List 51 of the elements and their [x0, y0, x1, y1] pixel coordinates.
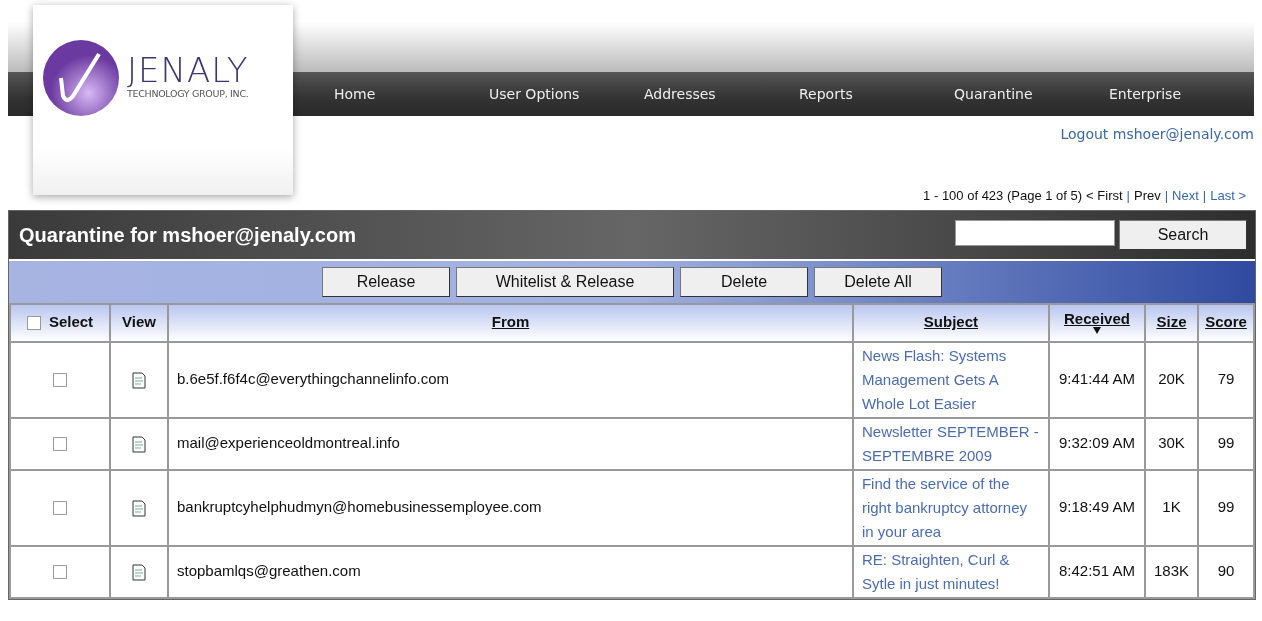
column-sort-link[interactable]: From — [491, 313, 530, 331]
action-button[interactable]: Release — [322, 266, 450, 297]
size-cell: 1K — [1162, 498, 1181, 516]
size-cell: 30K — [1158, 434, 1185, 452]
panel-title: Quarantine for mshoer@jenaly.com — [19, 222, 356, 247]
document-icon[interactable] — [132, 371, 146, 389]
score-cell: 79 — [1217, 370, 1235, 388]
row-checkbox[interactable] — [53, 501, 67, 516]
logo-icon — [41, 37, 121, 118]
nav-link[interactable]: Addresses — [618, 72, 773, 116]
nav-link[interactable]: Home — [308, 72, 463, 116]
action-button[interactable]: Delete — [680, 266, 808, 297]
pager-link[interactable]: Last > — [1210, 186, 1246, 206]
nav-link[interactable]: Reports — [773, 72, 928, 116]
sender-cell: stopbamlqs@greathen.com — [177, 562, 361, 580]
row-checkbox[interactable] — [53, 373, 67, 388]
sender-cell: bankruptcyhelphudmyn@homebusinessemployee.com — [177, 498, 542, 516]
column-header: View — [122, 313, 156, 331]
logo: JENALY TECHNOLOGY GROUP, INC. — [33, 5, 293, 195]
pager-summary: 1 - 100 of 423 (Page 1 of 5) — [923, 187, 1083, 205]
document-icon[interactable] — [132, 563, 146, 581]
time-cell: 8:42:51 AM — [1059, 562, 1135, 580]
score-cell: 99 — [1217, 498, 1235, 516]
score-cell: 90 — [1217, 562, 1235, 580]
document-icon[interactable] — [132, 499, 146, 517]
row-checkbox[interactable] — [53, 437, 67, 452]
column-header: Select — [48, 313, 94, 331]
action-button[interactable]: Delete All — [814, 266, 942, 297]
nav-link[interactable]: Enterprise — [1083, 72, 1183, 116]
pager-separator: | — [1126, 187, 1130, 205]
logout-link[interactable]: Logout mshoer@jenaly.com — [1060, 124, 1254, 145]
pager-link[interactable]: Next — [1172, 186, 1199, 206]
pager-separator: | — [1164, 187, 1169, 205]
row-checkbox[interactable] — [53, 565, 67, 580]
select-all-checkbox[interactable] — [26, 316, 41, 331]
sender-cell: mail@experienceoldmontreal.info — [177, 434, 400, 452]
size-cell: 183K — [1153, 562, 1189, 580]
pager-separator: | — [1202, 187, 1207, 205]
document-icon[interactable] — [132, 435, 146, 453]
time-cell: 9:41:44 AM — [1059, 370, 1135, 388]
nav-link[interactable]: Quarantine — [928, 72, 1083, 116]
nav-link[interactable]: User Options — [463, 72, 618, 116]
score-cell: 99 — [1217, 434, 1235, 452]
time-cell: 9:32:09 AM — [1059, 434, 1135, 452]
search-field[interactable] — [955, 219, 1115, 246]
search-button[interactable]: Search — [1119, 219, 1247, 250]
sender-cell: b.6e5f.f6f4c@everythingchannelinfo.com — [177, 370, 450, 388]
column-sort-link[interactable]: Subject — [923, 313, 979, 331]
action-button[interactable]: Whitelist & Release — [456, 266, 674, 297]
size-cell: 20K — [1158, 370, 1185, 388]
time-cell: 9:18:49 AM — [1059, 498, 1135, 516]
